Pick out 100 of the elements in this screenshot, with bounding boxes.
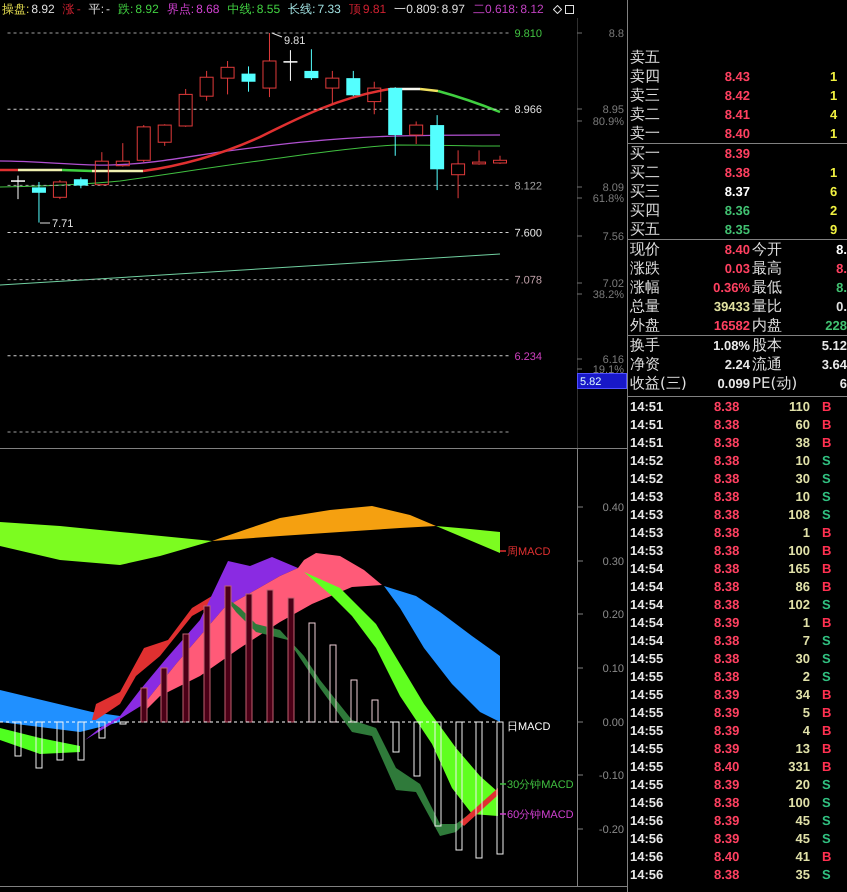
tick-time: 14:51: [629, 436, 664, 448]
axis-label: 0.30: [602, 556, 624, 568]
candlestick: [367, 81, 382, 115]
tick-price: 8.38: [714, 796, 740, 808]
tick-time: 14:53: [629, 526, 664, 538]
tick-time: 14:54: [629, 634, 664, 646]
quote-value: 16582: [714, 319, 750, 332]
axis-label: -0.20: [598, 824, 624, 836]
histogram-bar: [98, 722, 106, 738]
quote-value: 6: [840, 377, 847, 390]
series-label: 日MACD: [507, 721, 550, 733]
tick-volume: 86: [794, 580, 810, 592]
trade-side: B: [822, 742, 832, 754]
tick-time: 14:53: [629, 544, 664, 556]
quote-value: 8.: [836, 281, 847, 294]
trade-side: B: [822, 400, 832, 412]
indicator-value: 8.92: [31, 3, 55, 15]
quote-value: 3.64: [822, 358, 847, 371]
tick-volume: 38: [794, 436, 810, 448]
quote-label: 最低: [752, 280, 782, 295]
trade-side: B: [822, 436, 832, 448]
order-level-label: 卖二: [630, 107, 660, 122]
tick-volume: 30: [794, 652, 810, 664]
quote-label: 今开: [752, 242, 782, 257]
order-volume: 1: [830, 89, 838, 102]
tick-price: 8.39: [714, 778, 740, 790]
quote-label: 净资: [630, 357, 660, 372]
order-price: 8.36: [724, 204, 750, 217]
order-volume: 2: [830, 204, 838, 217]
candlestick: [74, 176, 88, 189]
tick-volume: 4: [802, 724, 810, 736]
tick-volume: 34: [794, 688, 810, 700]
candlestick: [325, 70, 340, 105]
order-level-label: 买三: [630, 184, 660, 199]
tick-price: 8.38: [714, 418, 740, 430]
histogram-bar: [14, 722, 22, 756]
histogram-bar: [120, 722, 126, 724]
indicator-value: -: [106, 3, 110, 15]
tick-time: 14:55: [629, 670, 664, 682]
trade-side: B: [822, 616, 832, 628]
price-annotation: 9.81: [284, 35, 306, 47]
tick-time: 14:54: [629, 598, 664, 610]
quote-value: 0.03: [724, 262, 750, 275]
indicator-value: 7.33: [318, 3, 341, 15]
tick-price: 8.39: [714, 742, 740, 754]
indicator-label: 跌:: [118, 3, 134, 15]
candlestick: [52, 180, 67, 200]
tick-volume: 60: [794, 418, 810, 430]
indicator-label: 中线:: [227, 3, 255, 15]
trade-side: S: [822, 868, 831, 880]
order-volume: 1: [830, 166, 838, 179]
quote-label: 量比: [752, 299, 782, 314]
quote-label: 外盘: [630, 318, 660, 333]
tick-price: 8.39: [714, 706, 740, 718]
candlestick: [32, 181, 46, 224]
indicator-value: 9.81: [362, 3, 386, 15]
tick-volume: 1: [802, 526, 810, 538]
order-price: 8.37: [724, 185, 750, 198]
axis-label: 80.9%: [592, 116, 624, 128]
trade-side: B: [822, 760, 832, 772]
axis-label: 19.1%: [592, 364, 624, 376]
trade-side: S: [822, 796, 831, 808]
series-label: 30分钟MACD: [507, 779, 574, 791]
order-level-label: 买四: [630, 203, 660, 218]
quote-label: 现价: [630, 242, 660, 257]
order-price: 8.40: [724, 127, 750, 140]
quote-label: 内盘: [752, 318, 782, 333]
tick-price: 8.38: [714, 670, 740, 682]
tick-time: 14:52: [629, 472, 664, 484]
tick-time: 14:55: [629, 778, 664, 790]
indicator-value: 8.12: [520, 3, 544, 15]
tick-time: 14:56: [629, 832, 664, 844]
tick-time: 14:56: [629, 814, 664, 826]
quote-value: 1.08%: [713, 339, 750, 352]
tick-time: 14:55: [629, 688, 664, 700]
indicator-label: 界点:: [166, 3, 194, 15]
candlestick: [11, 175, 25, 200]
tick-price: 8.38: [714, 436, 740, 448]
quote-label: 股本: [752, 338, 782, 353]
tick-price: 8.38: [714, 454, 740, 466]
trade-side: B: [822, 562, 832, 574]
diamond-icon[interactable]: [553, 4, 562, 14]
price-level-label: 9.810: [514, 28, 542, 40]
histogram-bar: [56, 722, 64, 760]
candlestick: [136, 124, 151, 163]
indicator-value: 8.55: [256, 3, 280, 15]
indicator-value: -: [76, 3, 81, 15]
order-volume: 4: [830, 108, 838, 121]
tick-volume: 1: [802, 616, 810, 628]
tick-price: 8.39: [714, 832, 740, 844]
candlestick: [158, 124, 172, 146]
tick-volume: 110: [788, 400, 810, 412]
tick-price: 8.39: [714, 724, 740, 736]
histogram-bar: [140, 688, 148, 722]
square-icon[interactable]: [565, 4, 574, 14]
trade-side: B: [822, 706, 832, 718]
order-level-label: 买二: [630, 165, 660, 180]
tick-price: 8.39: [714, 814, 740, 826]
tick-price: 8.39: [714, 616, 740, 628]
indicator-label: 涨: [62, 3, 75, 15]
